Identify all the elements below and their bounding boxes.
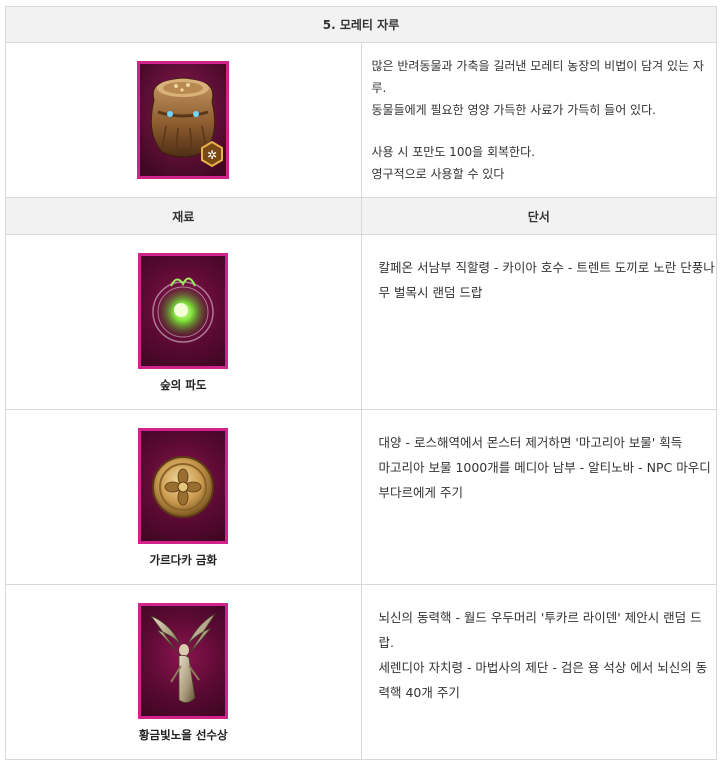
item-desc-line: 동물들에게 필요한 영양 가득한 사료가 가득히 들어 있다. [371,103,656,117]
material-name: 숲의 파도 [160,378,207,392]
winged-figurehead-icon [138,603,229,719]
material-cell: 숲의 파도 [5,234,362,410]
item-effect-line: 영구적으로 사용할 수 있다 [371,167,505,181]
clue-line: 세렌디아 자치령 - 마법사의 제단 - 검은 용 석상 에서 뇌신의 동력핵 … [378,660,708,700]
clue-line: 뇌신의 동력핵 - 월드 우두머리 '투카르 라이덴' 제안시 랜덤 드랍. [378,610,702,650]
item-info-table-wrapper: 5. 모레티 자루 ✲ 많은 반려동물과 가축을 길러낸 모레티 농장의 비법이… [5,6,717,760]
material-name: 황금빛노을 선수상 [138,728,228,742]
material-cell: 가르다카 금화 [5,409,362,585]
clue-line: 마고리아 보물 1000개를 메디아 남부 - 알티노바 - NPC 마우디 부… [378,460,711,500]
gold-coin-icon [138,428,229,544]
clue-cell: 칼페온 서남부 직할령 - 카이아 호수 - 트렌트 도끼로 노란 단풍나무 벌… [360,234,717,410]
item-info-table: 5. 모레티 자루 ✲ 많은 반려동물과 가축을 길러낸 모레티 농장의 비법이… [5,6,717,760]
feed-sack-icon: ✲ [137,61,230,179]
clue-cell: 대양 - 로스해역에서 몬스터 제거하면 '마고리아 보물' 획득 마고리아 보… [360,409,717,585]
item-title: 5. 모레티 자루 [5,6,717,43]
green-orb-icon [138,253,229,369]
item-icon-cell: ✲ [5,42,362,198]
clue-cell: 뇌신의 동력핵 - 월드 우두머리 '투카르 라이덴' 제안시 랜덤 드랍. 세… [360,584,717,760]
clue-header: 단서 [360,197,717,235]
item-effect-line: 사용 시 포만도 100을 회복한다. [371,145,535,159]
item-description-cell: 많은 반려동물과 가축을 길러낸 모레티 농장의 비법이 담겨 있는 자루. 동… [360,42,717,198]
svg-text:✲: ✲ [207,148,217,162]
clue-line: 대양 - 로스해역에서 몬스터 제거하면 '마고리아 보물' 획득 [378,435,683,450]
clue-line: 칼페온 서남부 직할령 - 카이아 호수 - 트렌트 도끼로 노란 단풍나무 벌… [378,260,715,300]
material-header: 재료 [5,197,362,235]
item-desc-line: 많은 반려동물과 가축을 길러낸 모레티 농장의 비법이 담겨 있는 자루. [371,59,704,95]
material-name: 가르다카 금화 [149,553,217,567]
material-cell: 황금빛노을 선수상 [5,584,362,760]
